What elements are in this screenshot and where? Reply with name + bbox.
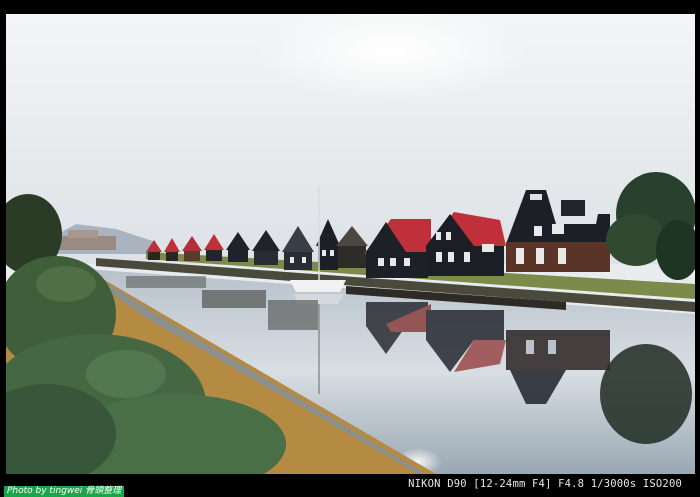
photo-credit: Photo by tingwei 骨頭整理 <box>4 486 125 497</box>
photo-frame: NIKON D90 [12-24mm F4] F4.8 1/3000s ISO2… <box>0 0 700 497</box>
exif-caption: NIKON D90 [12-24mm F4] F4.8 1/3000s ISO2… <box>408 478 682 490</box>
canal-photo <box>6 14 695 474</box>
canal-scene <box>6 14 695 474</box>
distant-building <box>58 236 116 250</box>
